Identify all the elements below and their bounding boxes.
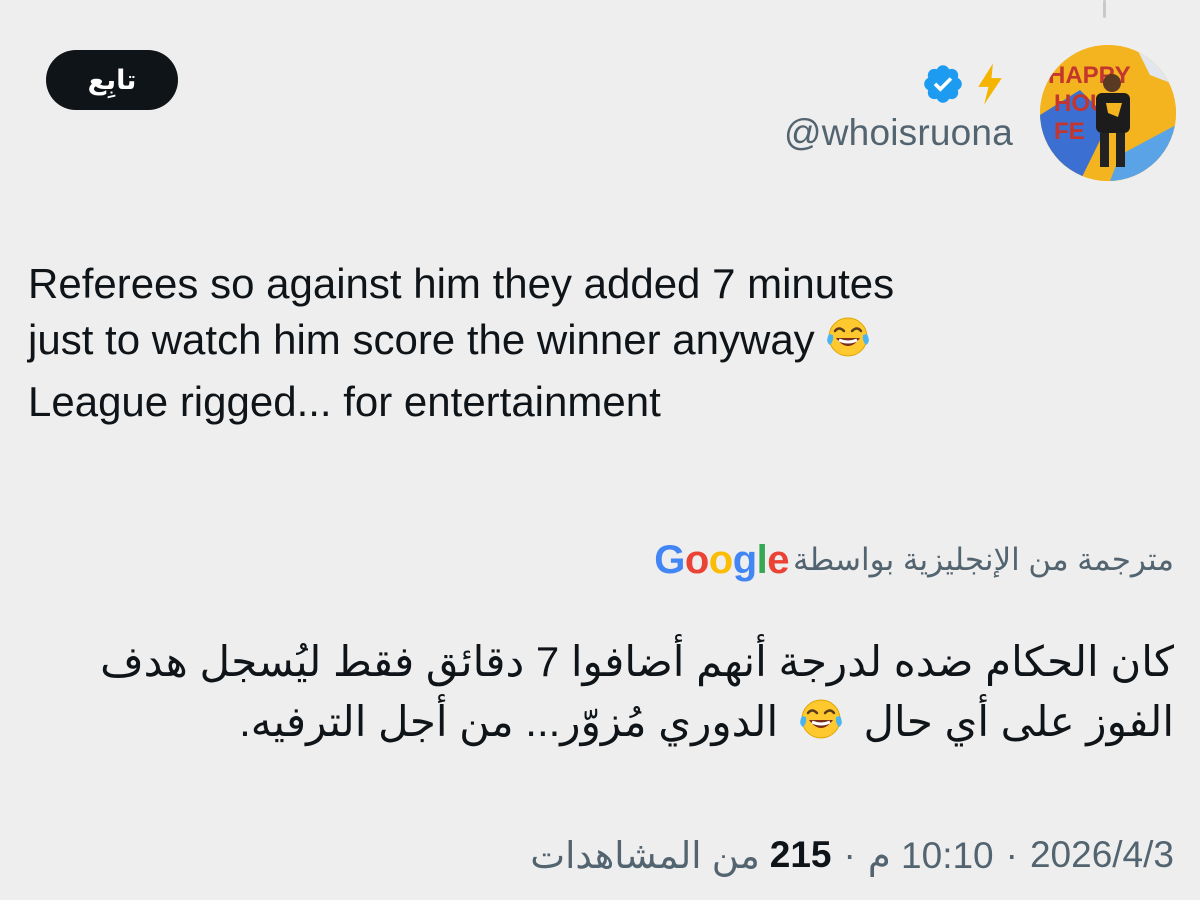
tweet-text-line: just to watch him score the winner anywa… — [28, 312, 1148, 374]
face-with-tears-of-joy-icon — [798, 696, 844, 758]
tweet-text: Referees so against him they added 7 min… — [28, 256, 1148, 430]
tweet-meta: من المشاهدات 215 · 10:10 م · 2026/4/3 — [530, 825, 1174, 885]
follow-button[interactable]: تابِع — [46, 50, 178, 110]
views-count: 215 — [769, 834, 832, 875]
avatar[interactable]: HAPPY HOUR FE — [1040, 45, 1176, 181]
svg-text:FE: FE — [1054, 118, 1085, 145]
translation-attribution[interactable]: مترجمة من الإنجليزية بواسطة Google — [654, 533, 1174, 587]
translation-label: مترجمة من الإنجليزية بواسطة — [793, 542, 1174, 577]
user-handle[interactable]: @whoisruona — [784, 112, 1013, 154]
views-label: من المشاهدات — [530, 834, 760, 876]
face-with-tears-of-joy-icon — [825, 314, 871, 374]
lightning-bolt-icon — [975, 62, 1005, 111]
translated-text-line: كان الحكام ضده لدرجة أنهم أضافوا 7 دقائق… — [100, 638, 1174, 685]
google-logo: Google — [654, 537, 789, 582]
tweet-date[interactable]: 2026/4/3 — [1030, 834, 1174, 876]
tweet-text-line: League rigged... for entertainment — [28, 378, 661, 425]
user-name-row — [921, 62, 1005, 110]
verified-badge-icon — [921, 62, 965, 111]
tweet-time[interactable]: 10:10 م — [868, 834, 994, 877]
tweet-text-line: Referees so against him they added 7 min… — [28, 260, 895, 307]
tweet-text-line-content: just to watch him score the winner anywa… — [28, 316, 815, 363]
meta-separator: · — [1005, 834, 1018, 875]
top-divider — [1103, 0, 1106, 18]
translated-text-line: الفوز على أي حال الدوري مُزوّر... من أجل… — [24, 692, 1174, 758]
meta-separator: · — [843, 834, 856, 875]
translated-tweet-text: كان الحكام ضده لدرجة أنهم أضافوا 7 دقائق… — [24, 632, 1174, 758]
translated-text-part: الدوري مُزوّر... من أجل الترفيه. — [239, 698, 779, 745]
translated-text-part: الفوز على أي حال — [863, 698, 1175, 745]
